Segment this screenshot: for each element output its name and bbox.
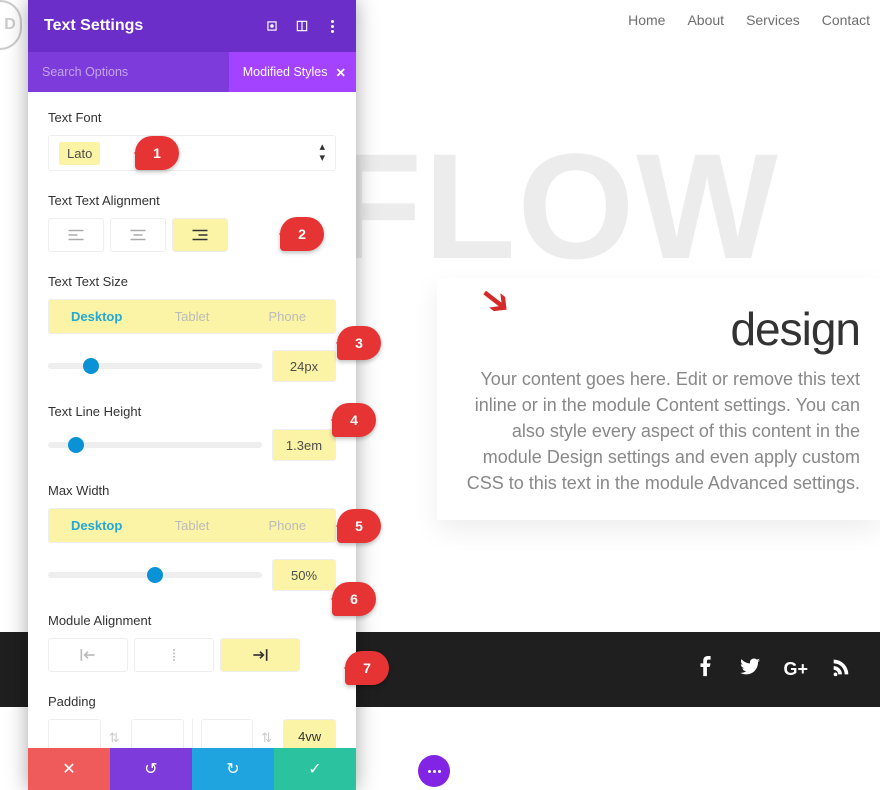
font-select[interactable]: Lato ▴▾ [48,135,336,171]
label-module-alignment: Module Alignment [48,613,336,628]
callout-2: 2 [280,217,324,251]
label-max-width: Max Width [48,483,336,498]
device-segment-size: Desktop Tablet Phone [48,299,336,334]
align-center-button[interactable] [110,218,166,252]
field-module-alignment: Module Alignment [48,613,336,672]
undo-button[interactable]: ↺ [110,748,192,790]
padding-bottom-input[interactable] [131,719,184,748]
slider-thumb[interactable] [68,437,84,453]
callout-3: 3 [337,326,381,360]
device-segment-maxwidth: Desktop Tablet Phone [48,508,336,543]
top-nav: Home About Services Contact [628,12,870,28]
cancel-button[interactable]: ✕ [28,748,110,790]
padding-top-input[interactable] [48,719,101,748]
panel-actions: ✕ ↺ ↻ ✓ [28,748,356,790]
slider-max-width[interactable] [48,572,262,578]
settings-panel: Text Settings Search Options Modified St… [28,0,356,790]
font-select-value: Lato [59,142,100,165]
slider-thumb[interactable] [83,358,99,374]
fab-more-button[interactable] [418,755,450,787]
nav-contact[interactable]: Contact [822,12,870,28]
field-max-width: Max Width Desktop Tablet Phone 50% [48,483,336,591]
field-padding: Padding Top ⇅ Bottom Left ⇅ 4vwRight [48,694,336,748]
link-icon[interactable]: ⇅ [109,730,123,746]
panel-tabs: Search Options Modified Styles ✕ [28,52,356,92]
columns-icon[interactable] [294,18,310,34]
device-phone[interactable]: Phone [240,300,335,333]
device-phone[interactable]: Phone [240,509,335,542]
field-line-height: Text Line Height 1.3em [48,404,336,461]
save-button[interactable]: ✓ [274,748,356,790]
chevron-updown-icon: ▴▾ [319,142,325,164]
callout-7: 7 [345,651,389,685]
redo-button[interactable]: ↻ [192,748,274,790]
label-text-size: Text Text Size [48,274,336,289]
panel-header: Text Settings [28,0,356,52]
label-line-height: Text Line Height [48,404,336,419]
field-text-font: Text Font Lato ▴▾ [48,110,336,171]
device-tablet[interactable]: Tablet [144,509,239,542]
callout-4: 4 [332,403,376,437]
value-max-width[interactable]: 50% [272,559,336,591]
modalign-center-button[interactable] [134,638,214,672]
tab-search-options[interactable]: Search Options [28,52,142,92]
panel-title: Text Settings [44,17,143,35]
link-icon[interactable]: ⇅ [261,730,275,746]
label-padding: Padding [48,694,336,709]
modalign-left-button[interactable] [48,638,128,672]
label-text-alignment: Text Text Alignment [48,193,336,208]
tab-modified-styles[interactable]: Modified Styles ✕ [229,52,356,92]
preview-heading[interactable]: design [449,302,860,356]
callout-5: 5 [337,509,381,543]
twitter-icon[interactable] [739,656,761,684]
device-desktop[interactable]: Desktop [49,300,144,333]
value-line-height[interactable]: 1.3em [272,429,336,461]
nav-services[interactable]: Services [746,12,800,28]
align-left-button[interactable] [48,218,104,252]
device-desktop[interactable]: Desktop [49,509,144,542]
padding-right-input[interactable]: 4vw [283,719,336,748]
logo-badge: D [0,0,22,50]
close-icon[interactable]: ✕ [336,65,346,80]
preview-body[interactable]: Your content goes here. Edit or remove t… [449,366,860,496]
slider-text-size[interactable] [48,363,262,369]
callout-6: 6 [332,582,376,616]
slider-line-height[interactable] [48,442,262,448]
nav-home[interactable]: Home [628,12,665,28]
nav-about[interactable]: About [687,12,724,28]
tab-modified-label: Modified Styles [243,65,328,79]
facebook-icon[interactable] [695,656,717,684]
padding-left-input[interactable] [201,719,254,748]
kebab-menu-icon[interactable] [324,18,340,34]
callout-1: 1 [135,136,179,170]
googleplus-icon[interactable]: G+ [783,659,808,680]
modalign-right-button[interactable] [220,638,300,672]
align-right-button[interactable] [172,218,228,252]
panel-body[interactable]: Text Font Lato ▴▾ Text Text Alignment Te… [28,92,356,748]
rss-icon[interactable] [830,656,852,684]
device-tablet[interactable]: Tablet [144,300,239,333]
field-text-size: Text Text Size Desktop Tablet Phone 24px [48,274,336,382]
slider-thumb[interactable] [147,567,163,583]
value-text-size[interactable]: 24px [272,350,336,382]
expand-icon[interactable] [264,18,280,34]
label-text-font: Text Font [48,110,336,125]
